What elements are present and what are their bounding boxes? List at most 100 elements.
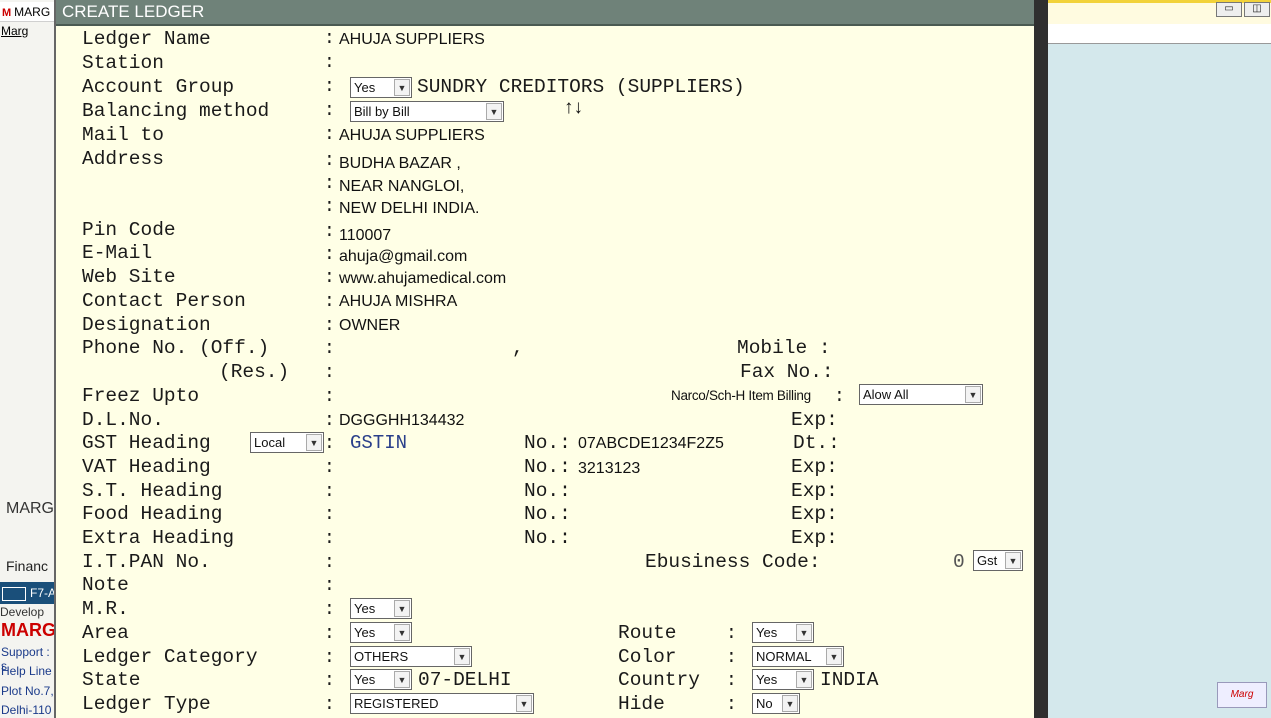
colon: : [324, 624, 335, 644]
mobile-label: Mobile : [737, 337, 831, 359]
minimize-icon[interactable]: ▭ [1216, 2, 1242, 17]
colon: : [324, 292, 335, 312]
contact-person-field[interactable]: AHUJA MISHRA [339, 292, 457, 312]
extra-no-label: No.: [524, 527, 571, 549]
color-select-value: NORMAL [756, 649, 812, 664]
route-label: Route [618, 622, 677, 644]
web-site-field[interactable]: www.ahujamedical.com [339, 269, 506, 289]
food-heading-label: Food Heading [82, 503, 223, 525]
dl-exp-label: Exp: [791, 409, 838, 431]
hide-select[interactable]: No ▼ [752, 693, 800, 714]
designation-field[interactable]: OWNER [339, 316, 400, 336]
address-line-1[interactable]: BUDHA BAZAR , [339, 154, 461, 174]
chevron-down-icon[interactable]: ▼ [394, 600, 410, 617]
country-value: INDIA [820, 669, 879, 691]
background-f7-bar[interactable]: F7-A [0, 582, 56, 604]
colon: : [324, 222, 335, 242]
note-label: Note [82, 574, 129, 596]
mr-select[interactable]: Yes ▼ [350, 598, 412, 619]
f7-label: F7-A [30, 586, 56, 600]
country-select[interactable]: Yes ▼ [752, 669, 814, 690]
balancing-method-select[interactable]: Bill by Bill ▼ [350, 101, 504, 122]
route-select[interactable]: Yes ▼ [752, 622, 814, 643]
account-group-select-value: Yes [354, 80, 376, 95]
address-label: Address [82, 148, 164, 170]
hide-select-value: No [756, 696, 773, 711]
state-label: State [82, 669, 141, 691]
area-select-value: Yes [354, 625, 376, 640]
colon: : [324, 174, 335, 194]
account-group-value: SUNDRY CREDITORS (SUPPLIERS) [417, 76, 745, 98]
email-field[interactable]: ahuja@gmail.com [339, 247, 467, 267]
colon: : [726, 671, 737, 691]
marg-logo-icon: M [2, 7, 12, 19]
chevron-down-icon[interactable]: ▼ [782, 695, 798, 712]
colon: : [324, 553, 335, 573]
state-select-value: Yes [354, 672, 376, 687]
colon: : [324, 53, 335, 73]
chevron-down-icon[interactable]: ▼ [394, 624, 410, 641]
colon: : [324, 576, 335, 596]
chevron-down-icon[interactable]: ▼ [486, 103, 502, 120]
chevron-down-icon[interactable]: ▼ [394, 671, 410, 688]
background-develop-label: Develop [0, 605, 45, 619]
color-select[interactable]: NORMAL ▼ [752, 646, 844, 667]
ebusiness-code-label: Ebusiness Code: [645, 551, 821, 573]
colon: : [324, 125, 335, 145]
food-exp-label: Exp: [791, 503, 838, 525]
st-exp-label: Exp: [791, 480, 838, 502]
colon: : [324, 434, 335, 454]
extra-heading-label: Extra Heading [82, 527, 235, 549]
gst-heading-select[interactable]: Local ▼ [250, 432, 324, 453]
designation-label: Designation [82, 314, 211, 336]
background-marg-label: MARG [6, 500, 54, 517]
chevron-down-icon[interactable]: ▼ [796, 624, 812, 641]
ledger-category-select[interactable]: OTHERS ▼ [350, 646, 472, 667]
background-right-menubar: ▭ ◫ [1046, 2, 1271, 44]
account-group-select[interactable]: Yes ▼ [350, 77, 412, 98]
st-heading-label: S.T. Heading [82, 480, 223, 502]
background-titlebar: M MARG I [0, 2, 56, 22]
vat-no-label: No.: [524, 456, 571, 478]
area-select[interactable]: Yes ▼ [350, 622, 412, 643]
hide-label: Hide [618, 693, 665, 715]
ledger-name-field[interactable]: AHUJA SUPPLIERS [339, 30, 485, 50]
route-select-value: Yes [756, 625, 778, 640]
gstin-no-field[interactable]: 07ABCDE1234F2Z5 [578, 434, 724, 454]
marg-brand-logo: Marg [1217, 682, 1267, 708]
gst-heading-select-value: Local [254, 435, 286, 450]
background-title: MARG I [14, 5, 56, 19]
vat-no-field[interactable]: 3213123 [578, 459, 640, 479]
country-select-value: Yes [756, 672, 778, 687]
ledger-type-select[interactable]: REGISTERED ▼ [350, 693, 534, 714]
ebusiness-select-value: Gst [977, 553, 998, 568]
background-menu-marg[interactable]: Marg [0, 24, 56, 44]
st-no-label: No.: [524, 480, 571, 502]
chevron-down-icon[interactable]: ▼ [454, 648, 470, 665]
dl-no-label: D.L.No. [82, 409, 164, 431]
chevron-down-icon[interactable]: ▼ [965, 386, 981, 403]
colon: : [726, 624, 737, 644]
chevron-down-icon[interactable]: ▼ [306, 434, 322, 451]
ledger-type-value: REGISTERED [354, 696, 439, 711]
dl-no-field[interactable]: DGGGHH134432 [339, 411, 464, 431]
phone-off-label: Phone No. (Off.) [82, 337, 270, 359]
state-select[interactable]: Yes ▼ [350, 669, 412, 690]
chevron-down-icon[interactable]: ▼ [516, 695, 532, 712]
chevron-down-icon[interactable]: ▼ [796, 671, 812, 688]
restore-icon[interactable]: ◫ [1244, 2, 1270, 17]
ebusiness-code-value[interactable]: 0 [953, 551, 965, 573]
mr-select-value: Yes [354, 601, 376, 616]
chevron-down-icon[interactable]: ▼ [826, 648, 842, 665]
chevron-down-icon[interactable]: ▼ [1005, 552, 1021, 569]
address-line-3[interactable]: NEW DELHI INDIA. [339, 199, 479, 219]
ebusiness-select[interactable]: Gst ▼ [973, 550, 1023, 571]
mail-to-field[interactable]: AHUJA SUPPLIERS [339, 126, 485, 146]
address-line-2[interactable]: NEAR NANGLOI, [339, 177, 464, 197]
chevron-down-icon[interactable]: ▼ [394, 79, 410, 96]
narco-select[interactable]: Alow All ▼ [859, 384, 983, 405]
colon: : [324, 482, 335, 502]
pin-code-field[interactable]: 110007 [339, 226, 391, 246]
keyboard-icon [2, 586, 26, 601]
create-ledger-dialog: CREATE LEDGER Ledger Name : AHUJA SUPPLI… [54, 0, 1048, 718]
